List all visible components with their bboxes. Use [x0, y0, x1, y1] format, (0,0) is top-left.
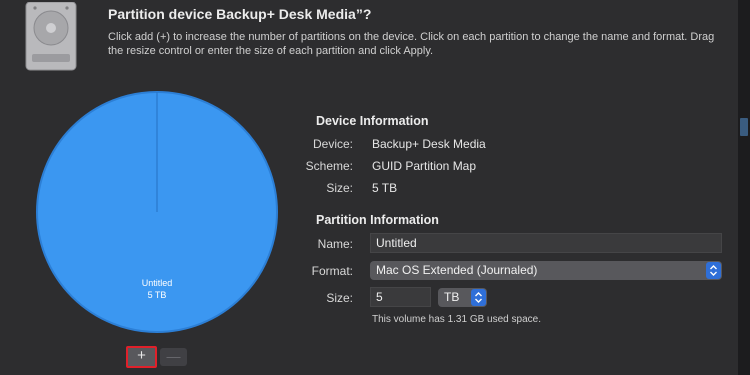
dialog-title: Partition device Backup+ Desk Media”? [108, 6, 372, 22]
partition-name-field[interactable]: Untitled [370, 233, 722, 253]
dialog-description: Click add (+) to increase the number of … [108, 31, 715, 57]
partition-information-heading: Partition Information [316, 213, 439, 227]
scheme-label: Scheme: [305, 159, 353, 173]
external-drive-icon [25, 2, 77, 71]
device-label: Device: [312, 137, 353, 151]
device-size-value: 5 TB [372, 181, 398, 195]
name-label: Name: [317, 237, 353, 251]
scheme-value: GUID Partition Map [372, 159, 477, 173]
format-popup-value: Mac OS Extended (Journaled) [376, 263, 538, 277]
size-unit-popup[interactable]: TB [438, 288, 487, 307]
add-partition-button[interactable]: + [126, 346, 157, 368]
size-unit-value: TB [444, 290, 460, 304]
background-scroll-marker [740, 118, 748, 136]
device-information-heading: Device Information [316, 114, 429, 128]
chevron-updown-icon [471, 289, 486, 306]
remove-partition-button[interactable]: — [160, 348, 187, 366]
format-label: Format: [311, 264, 353, 278]
pie-partition-name: Untitled [141, 278, 173, 288]
partition-size-field[interactable]: 5 [370, 287, 431, 307]
partition-size-label: Size: [326, 291, 353, 305]
partition-dialog: Partition device Backup+ Desk Media”? Cl… [0, 0, 738, 375]
used-space-note: This volume has 1.31 GB used space. [372, 314, 541, 325]
pie-partition-size: 5 TB [147, 290, 167, 300]
background-window-edge [738, 0, 750, 375]
format-popup[interactable]: Mac OS Extended (Journaled) [370, 261, 722, 280]
chevron-updown-icon [706, 262, 721, 279]
device-size-label: Size: [326, 181, 353, 195]
device-value: Backup+ Desk Media [372, 137, 486, 151]
